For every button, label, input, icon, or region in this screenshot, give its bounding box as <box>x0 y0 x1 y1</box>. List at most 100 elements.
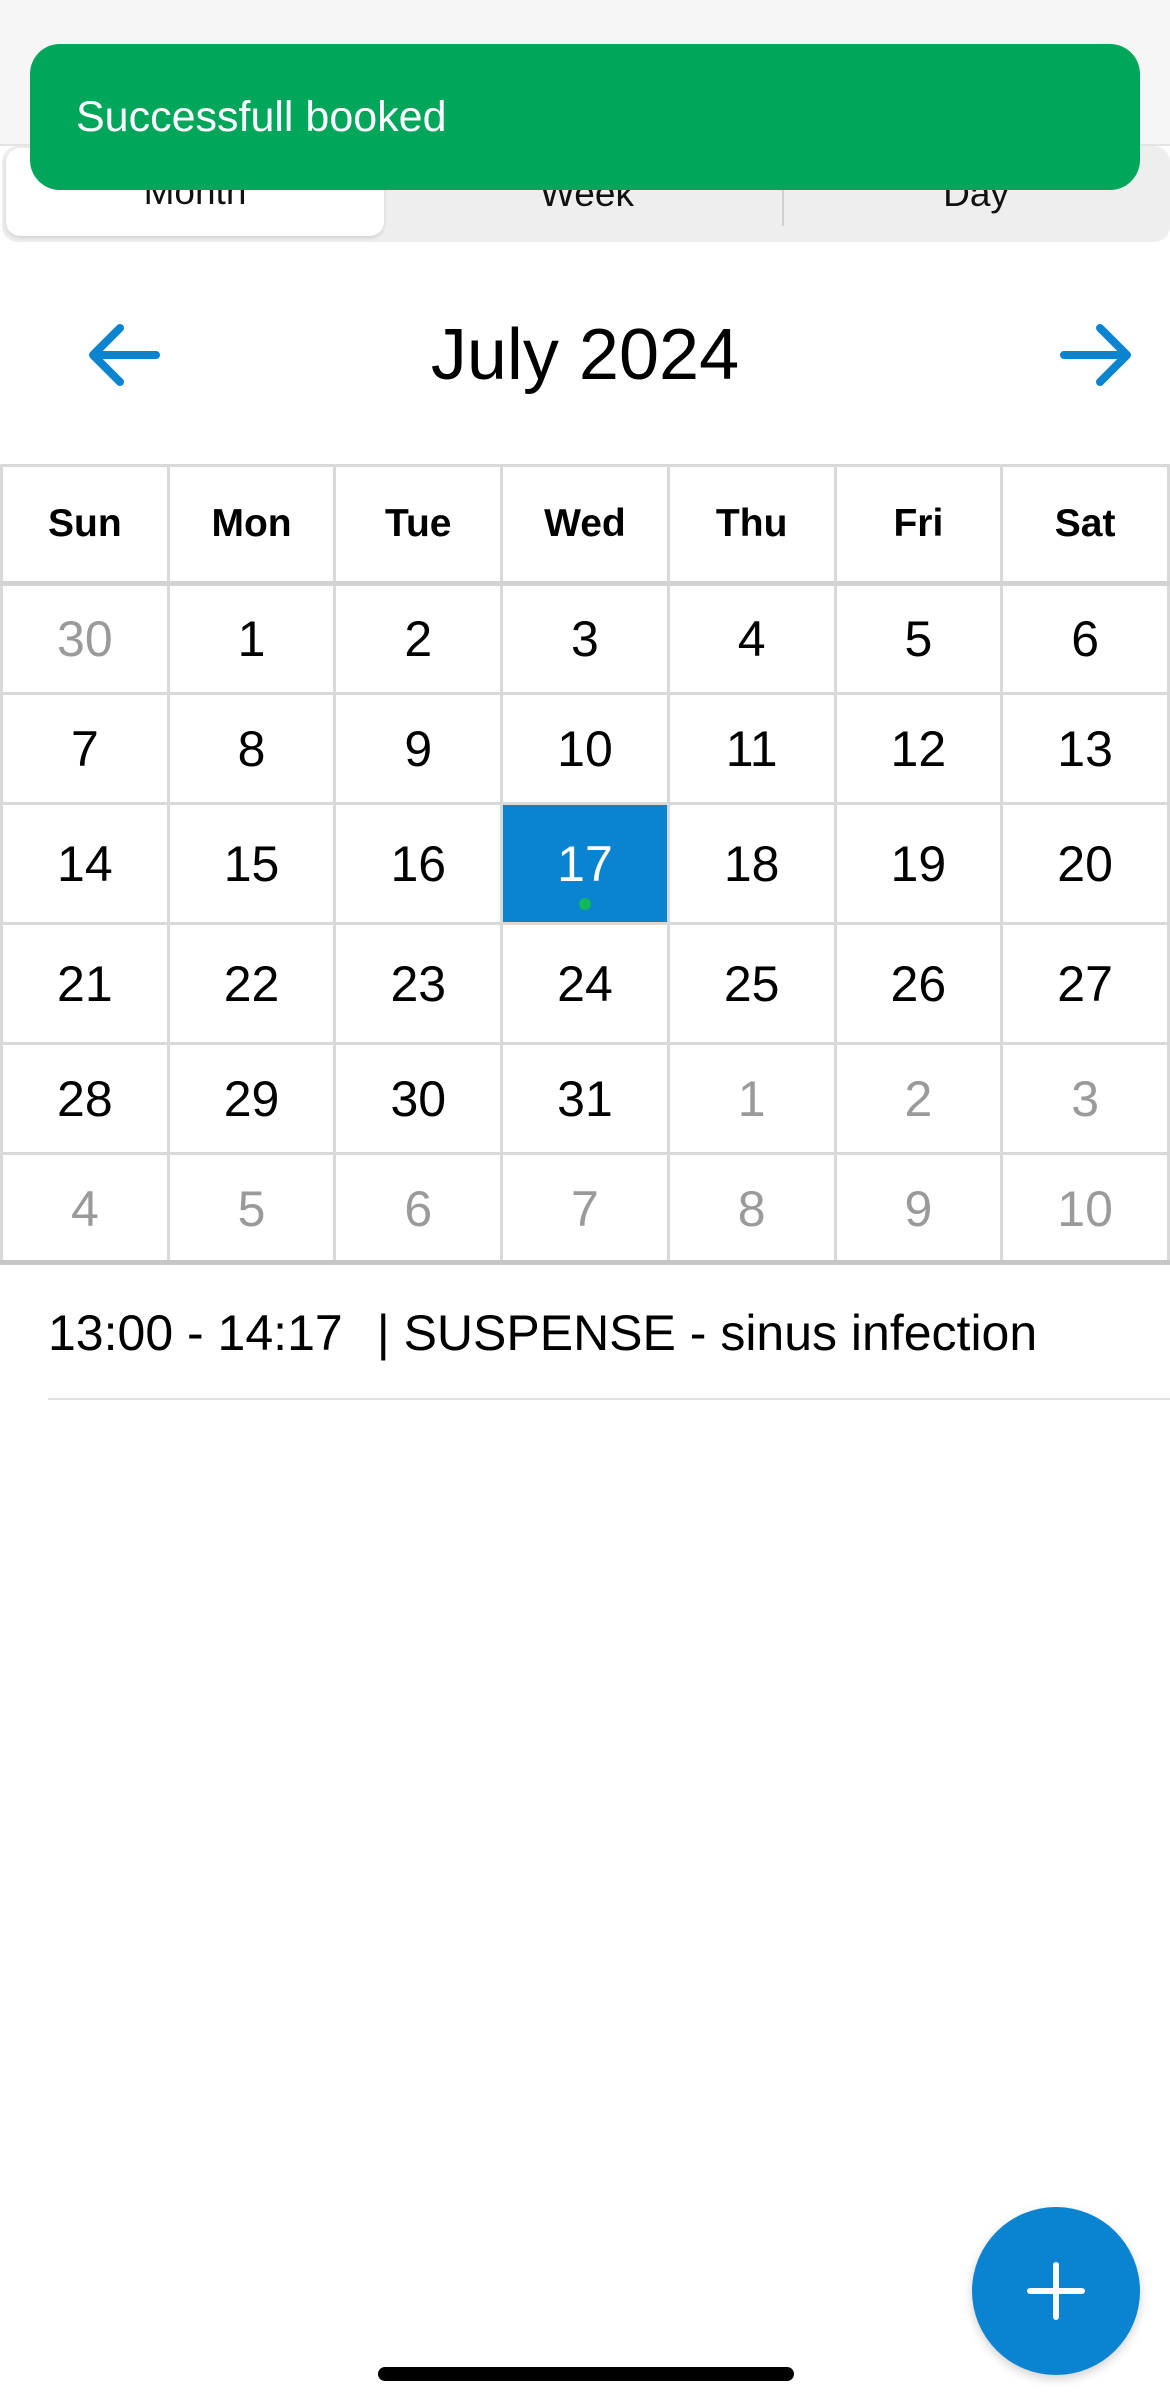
calendar-day[interactable]: 2 <box>333 582 504 695</box>
calendar-day[interactable]: 14 <box>0 802 170 925</box>
day-number: 23 <box>390 955 447 1012</box>
day-number: 2 <box>404 611 433 667</box>
calendar-day[interactable]: 10 <box>1000 1152 1170 1265</box>
calendar-day[interactable]: 22 <box>166 922 337 1045</box>
day-number: 15 <box>223 835 280 892</box>
calendar-day[interactable]: 1 <box>666 1042 837 1155</box>
day-number: 30 <box>390 1070 447 1127</box>
month-title: July 2024 <box>430 315 740 395</box>
calendar-day[interactable]: 21 <box>0 922 170 1045</box>
day-number: 7 <box>70 720 99 777</box>
day-number: 12 <box>890 720 947 777</box>
calendar-day[interactable]: 26 <box>833 922 1004 1045</box>
day-number: 30 <box>57 611 113 667</box>
day-number: 2 <box>904 1070 933 1127</box>
add-event-button[interactable] <box>972 2207 1140 2375</box>
calendar-day[interactable]: 13 <box>1000 692 1170 805</box>
calendar-day[interactable]: 18 <box>666 802 837 925</box>
calendar-day[interactable]: 1 <box>166 582 337 695</box>
calendar-day[interactable]: 5 <box>833 582 1004 695</box>
day-number: 16 <box>390 835 447 892</box>
calendar-day[interactable]: 19 <box>833 802 1004 925</box>
calendar-day[interactable]: 5 <box>166 1152 337 1265</box>
calendar-week-row: 30 1 2 3 4 5 6 <box>0 582 1170 695</box>
day-number: 4 <box>70 1180 99 1237</box>
calendar-day[interactable]: 20 <box>1000 802 1170 925</box>
home-indicator <box>378 2367 794 2381</box>
calendar-day[interactable]: 15 <box>166 802 337 925</box>
day-number: 14 <box>57 835 113 892</box>
day-number: 31 <box>557 1070 613 1127</box>
day-number: 29 <box>223 1070 280 1127</box>
calendar-day[interactable]: 16 <box>333 802 504 925</box>
day-number: 8 <box>237 720 266 777</box>
calendar-day[interactable]: 31 <box>500 1042 670 1155</box>
day-number: 9 <box>904 1180 933 1237</box>
event-time: 13:00 - 14:17 <box>48 1305 343 1361</box>
calendar-day[interactable]: 30 <box>0 582 170 695</box>
day-number: 10 <box>1057 1180 1113 1237</box>
day-number: 26 <box>890 955 947 1012</box>
weekday-header-row: Sun Mon Tue Wed Thu Fri Sat <box>0 464 1170 585</box>
day-number: 19 <box>890 835 947 892</box>
day-number: 1 <box>737 1070 766 1127</box>
day-number: 21 <box>57 955 113 1012</box>
day-number: 6 <box>1071 611 1100 667</box>
day-number: 7 <box>571 1180 599 1237</box>
day-number: 5 <box>904 611 933 667</box>
calendar-day[interactable]: 9 <box>333 692 504 805</box>
calendar-day[interactable]: 4 <box>666 582 837 695</box>
calendar-day[interactable]: 24 <box>500 922 670 1045</box>
calendar-week-row: 7 8 9 10 11 12 13 <box>0 692 1170 805</box>
calendar-day[interactable]: 2 <box>833 1042 1004 1155</box>
day-number: 5 <box>237 1180 266 1237</box>
calendar-day[interactable]: 4 <box>0 1152 170 1265</box>
month-calendar-grid: Sun Mon Tue Wed Thu Fri Sat 30 1 2 3 4 5 6 7 8 9 1… <box>0 464 1170 1265</box>
day-number: 9 <box>404 720 433 777</box>
calendar-day[interactable]: 7 <box>0 692 170 805</box>
event-list-item[interactable]: 13:00 - 14:17 | SUSPENSE - sinus infecti… <box>48 1268 1170 1400</box>
weekday-label: Wed <box>500 464 670 585</box>
weekday-label: Sun <box>0 464 170 585</box>
calendar-week-row: 14 15 16 17 18 19 20 <box>0 802 1170 925</box>
calendar-day[interactable]: 30 <box>333 1042 504 1155</box>
calendar-day[interactable]: 10 <box>500 692 670 805</box>
success-toast[interactable]: Successfull booked <box>30 44 1140 190</box>
weekday-label: Fri <box>833 464 1004 585</box>
calendar-day[interactable]: 11 <box>666 692 837 805</box>
day-number: 10 <box>557 720 613 777</box>
calendar-day[interactable]: 9 <box>833 1152 1004 1265</box>
weekday-label: Sat <box>1000 464 1170 585</box>
calendar-day[interactable]: 6 <box>1000 582 1170 695</box>
calendar-day[interactable]: 12 <box>833 692 1004 805</box>
next-month-button[interactable] <box>1052 310 1142 400</box>
day-number: 20 <box>1057 835 1113 892</box>
day-number: 8 <box>737 1180 766 1237</box>
calendar-day[interactable]: 23 <box>333 922 504 1045</box>
calendar-day[interactable]: 25 <box>666 922 837 1045</box>
day-number: 18 <box>723 835 780 892</box>
day-number: 3 <box>571 611 599 667</box>
calendar-day[interactable]: 29 <box>166 1042 337 1155</box>
calendar-day[interactable]: 8 <box>666 1152 837 1265</box>
day-number: 17 <box>557 835 613 892</box>
calendar-day[interactable]: 3 <box>500 582 670 695</box>
event-title: | SUSPENSE - sinus infection <box>376 1305 1038 1361</box>
day-number: 27 <box>1057 955 1113 1012</box>
calendar-day[interactable]: 7 <box>500 1152 670 1265</box>
calendar-day[interactable]: 3 <box>1000 1042 1170 1155</box>
calendar-day[interactable]: 8 <box>166 692 337 805</box>
calendar-day[interactable]: 28 <box>0 1042 170 1155</box>
weekday-label: Tue <box>333 464 504 585</box>
calendar-day-selected[interactable]: 17 <box>500 802 670 925</box>
day-number: 28 <box>57 1070 113 1127</box>
day-number: 25 <box>723 955 780 1012</box>
weekday-label: Mon <box>166 464 337 585</box>
calendar-week-row: 28 29 30 31 1 2 3 <box>0 1042 1170 1155</box>
day-number: 1 <box>237 611 266 667</box>
calendar-day[interactable]: 6 <box>333 1152 504 1265</box>
day-number: 13 <box>1057 720 1113 777</box>
calendar-day[interactable]: 27 <box>1000 922 1170 1045</box>
day-number: 11 <box>725 720 778 777</box>
day-number: 22 <box>223 955 280 1012</box>
